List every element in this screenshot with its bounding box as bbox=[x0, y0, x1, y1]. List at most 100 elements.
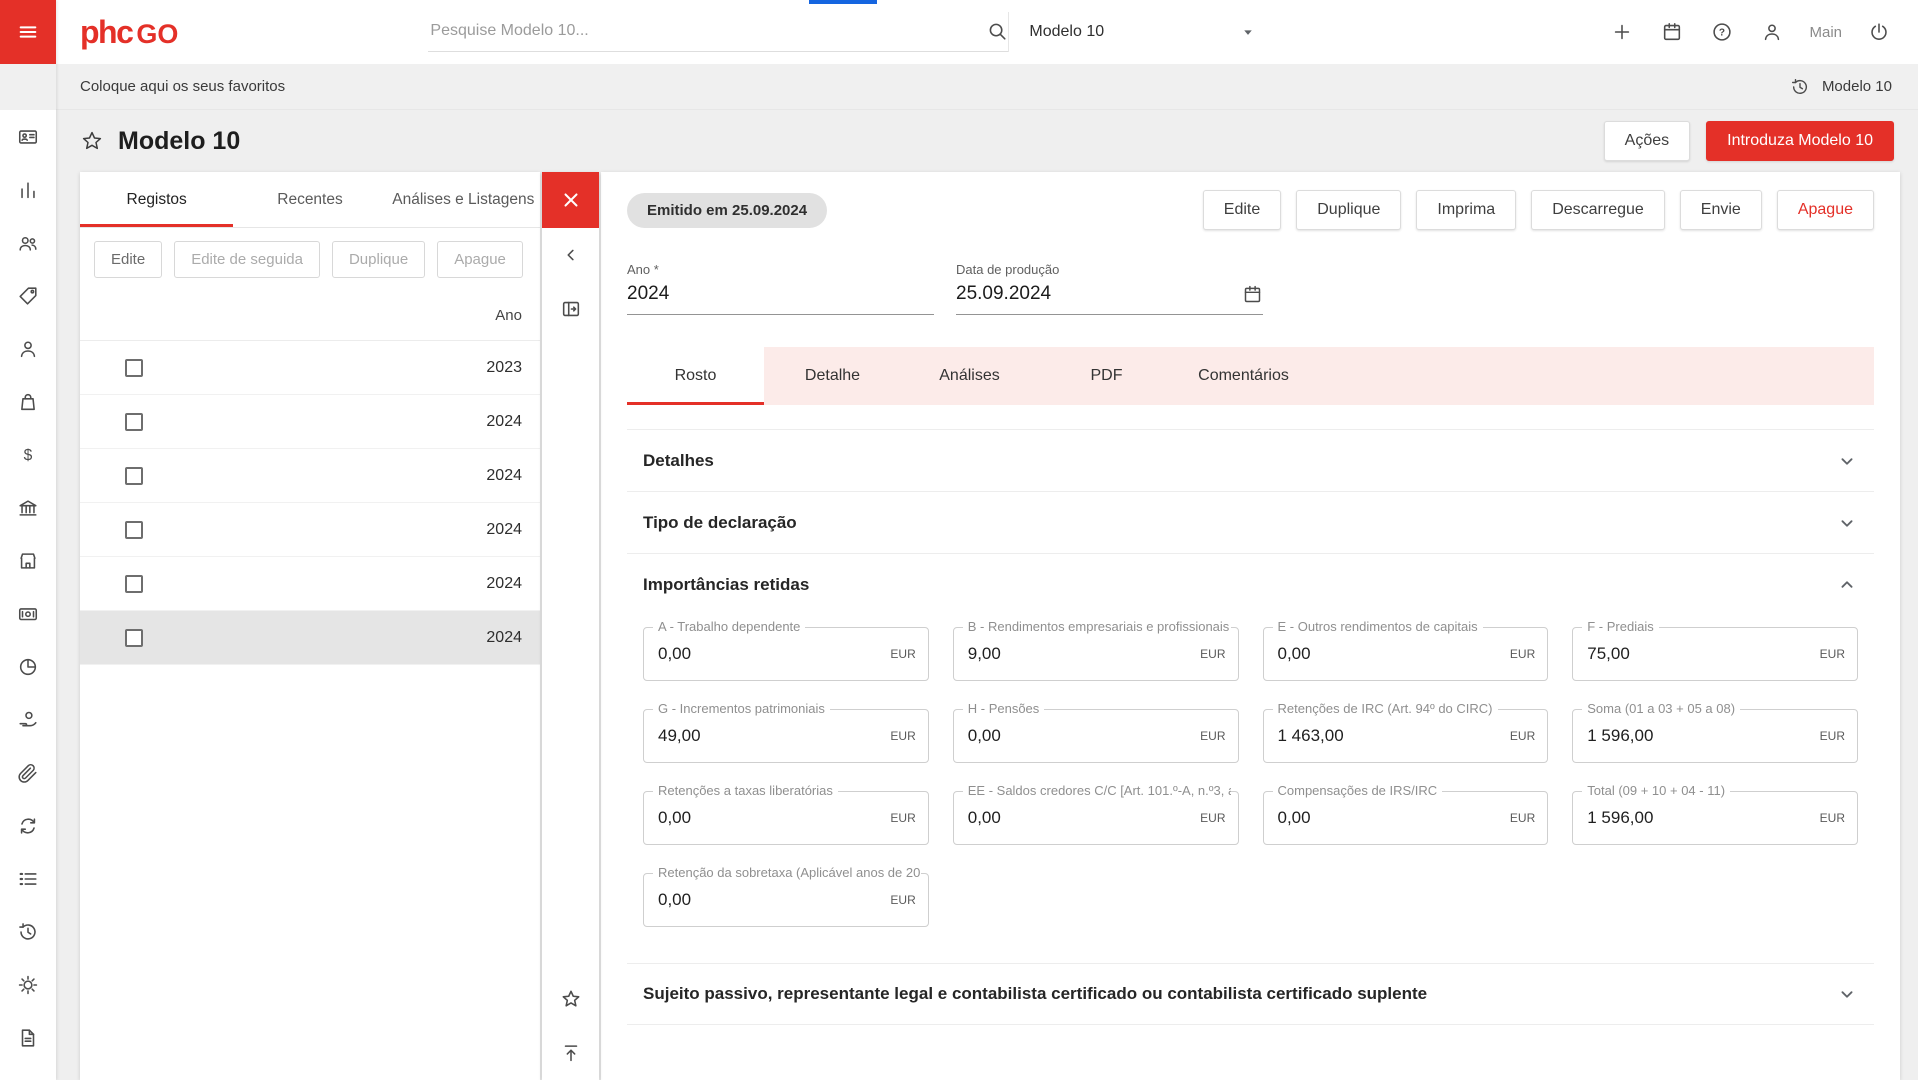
logout-button[interactable] bbox=[1866, 19, 1892, 45]
table-row[interactable]: 2024 bbox=[80, 557, 540, 611]
sidebar-item-tags[interactable] bbox=[0, 269, 56, 322]
sidebar-item-payments[interactable] bbox=[0, 693, 56, 746]
sidebar-item-attachments[interactable] bbox=[0, 746, 56, 799]
sidebar-item-clients[interactable] bbox=[0, 322, 56, 375]
table-row-selected[interactable]: 2024 bbox=[80, 611, 540, 665]
tab-analises-listagens[interactable]: Análises e Listagens bbox=[387, 172, 540, 227]
amount-field[interactable]: A - Trabalho dependente 0,00 EUR bbox=[643, 627, 929, 681]
sidebar-item-store[interactable] bbox=[0, 534, 56, 587]
amount-field[interactable]: Soma (01 a 03 + 05 a 08) 1 596,00 EUR bbox=[1572, 709, 1858, 763]
date-picker-calendar-icon[interactable] bbox=[1242, 284, 1263, 305]
amount-field[interactable]: Total (09 + 10 + 04 - 11) 1 596,00 EUR bbox=[1572, 791, 1858, 845]
detail-descarregue-button[interactable]: Descarregue bbox=[1531, 190, 1665, 230]
module-select[interactable]: Modelo 10 bbox=[1008, 12, 1258, 52]
calendar-button[interactable] bbox=[1659, 19, 1685, 45]
row-checkbox[interactable] bbox=[125, 521, 143, 539]
left-icon-sidebar bbox=[0, 0, 56, 1080]
sidebar-item-analytics[interactable] bbox=[0, 163, 56, 216]
detail-edite-button[interactable]: Edite bbox=[1203, 190, 1281, 230]
currency-suffix: EUR bbox=[890, 647, 915, 661]
recent-item[interactable]: Modelo 10 bbox=[1790, 77, 1892, 97]
section-detalhes[interactable]: Detalhes bbox=[627, 429, 1874, 491]
tab-recentes[interactable]: Recentes bbox=[233, 172, 386, 227]
edite-button[interactable]: Edite bbox=[94, 241, 162, 278]
help-button[interactable] bbox=[1709, 19, 1735, 45]
favorite-star-icon[interactable] bbox=[80, 129, 104, 153]
collapse-left-button[interactable] bbox=[542, 228, 599, 282]
expand-panel-button[interactable] bbox=[542, 282, 599, 336]
account-button[interactable] bbox=[1759, 19, 1785, 45]
column-header-ano[interactable]: Ano bbox=[80, 291, 540, 341]
search-input[interactable] bbox=[428, 21, 986, 41]
row-checkbox[interactable] bbox=[125, 575, 143, 593]
section-tipo-declaracao[interactable]: Tipo de declaração bbox=[627, 491, 1874, 553]
tab-registos[interactable]: Registos bbox=[80, 172, 233, 227]
amount-field[interactable]: G - Incrementos patrimoniais 49,00 EUR bbox=[643, 709, 929, 763]
ano-field[interactable]: Ano * 2024 bbox=[627, 262, 934, 315]
amount-field[interactable]: EE - Saldos credores C/C [Art. 101.º-A, … bbox=[953, 791, 1239, 845]
search-icon[interactable] bbox=[986, 20, 1008, 42]
apague-button[interactable]: Apague bbox=[437, 241, 523, 278]
row-checkbox[interactable] bbox=[125, 413, 143, 431]
sidebar-item-contacts[interactable] bbox=[0, 110, 56, 163]
hamburger-menu-button[interactable] bbox=[0, 0, 56, 64]
sidebar-item-documents[interactable] bbox=[0, 1011, 56, 1064]
duplique-button[interactable]: Duplique bbox=[332, 241, 425, 278]
rail-favorite-button[interactable] bbox=[542, 972, 599, 1026]
acoes-button[interactable]: Ações bbox=[1604, 121, 1690, 161]
sidebar-item-settings[interactable] bbox=[0, 958, 56, 1011]
sidebar-item-bank[interactable] bbox=[0, 481, 56, 534]
close-panel-button[interactable] bbox=[542, 172, 599, 228]
tab-analises[interactable]: Análises bbox=[901, 347, 1038, 405]
scroll-top-button[interactable] bbox=[542, 1026, 599, 1080]
phc-go-logo[interactable]: phc GO bbox=[80, 14, 178, 51]
amount-field-label: Compensações de IRS/IRC bbox=[1273, 783, 1443, 798]
sidebar-item-purchases[interactable] bbox=[0, 375, 56, 428]
sidebar-item-lists[interactable] bbox=[0, 852, 56, 905]
amount-field[interactable]: Retenções a taxas liberatórias 0,00 EUR bbox=[643, 791, 929, 845]
sidebar-item-sales[interactable] bbox=[0, 428, 56, 481]
introduza-modelo-10-button[interactable]: Introduza Modelo 10 bbox=[1706, 121, 1894, 161]
table-row[interactable]: 2024 bbox=[80, 503, 540, 557]
sidebar-item-treasury[interactable] bbox=[0, 587, 56, 640]
row-checkbox[interactable] bbox=[125, 359, 143, 377]
section-importancias-retidas[interactable]: Importâncias retidas bbox=[627, 553, 1874, 615]
amount-field[interactable]: B - Rendimentos empresariais e profissio… bbox=[953, 627, 1239, 681]
module-select-value: Modelo 10 bbox=[1029, 23, 1104, 41]
table-row[interactable]: 2024 bbox=[80, 449, 540, 503]
bank-icon bbox=[17, 497, 39, 519]
amount-field-value: 0,00 bbox=[658, 808, 691, 828]
amount-field[interactable]: Retenção da sobretaxa (Aplicável anos de… bbox=[643, 873, 929, 927]
data-producao-field[interactable]: Data de produção 25.09.2024 bbox=[956, 262, 1263, 315]
detail-apague-button[interactable]: Apague bbox=[1777, 190, 1874, 230]
amount-field[interactable]: Compensações de IRS/IRC 0,00 EUR bbox=[1263, 791, 1549, 845]
tab-rosto[interactable]: Rosto bbox=[627, 347, 764, 405]
detail-imprima-button[interactable]: Imprima bbox=[1416, 190, 1516, 230]
tab-detalhe[interactable]: Detalhe bbox=[764, 347, 901, 405]
table-row[interactable]: 2024 bbox=[80, 395, 540, 449]
logo-phc: phc bbox=[80, 14, 132, 51]
amount-field[interactable]: F - Prediais 75,00 EUR bbox=[1572, 627, 1858, 681]
detail-actions: Edite Duplique Imprima Descarregue Envie… bbox=[1203, 190, 1874, 230]
tab-pdf[interactable]: PDF bbox=[1038, 347, 1175, 405]
detail-envie-button[interactable]: Envie bbox=[1680, 190, 1762, 230]
amount-field[interactable]: H - Pensões 0,00 EUR bbox=[953, 709, 1239, 763]
tab-comentarios[interactable]: Comentários bbox=[1175, 347, 1312, 405]
global-search[interactable] bbox=[428, 12, 1008, 52]
sidebar-item-reports[interactable] bbox=[0, 640, 56, 693]
edite-de-seguida-button[interactable]: Edite de seguida bbox=[174, 241, 320, 278]
chevron-up-icon bbox=[1836, 574, 1858, 596]
sidebar-item-history[interactable] bbox=[0, 905, 56, 958]
amount-field[interactable]: Retenções de IRC (Art. 94º do CIRC) 1 46… bbox=[1263, 709, 1549, 763]
amount-field[interactable]: E - Outros rendimentos de capitais 0,00 … bbox=[1263, 627, 1549, 681]
row-checkbox[interactable] bbox=[125, 629, 143, 647]
add-button[interactable] bbox=[1609, 19, 1635, 45]
section-sujeito-passivo[interactable]: Sujeito passivo, representante legal e c… bbox=[627, 963, 1874, 1025]
sidebar-item-team[interactable] bbox=[0, 216, 56, 269]
ano-field-value: 2024 bbox=[627, 283, 669, 305]
row-checkbox[interactable] bbox=[125, 467, 143, 485]
sidebar-item-sync[interactable] bbox=[0, 799, 56, 852]
analytics-icon bbox=[17, 179, 39, 201]
detail-duplique-button[interactable]: Duplique bbox=[1296, 190, 1401, 230]
table-row[interactable]: 2023 bbox=[80, 341, 540, 395]
